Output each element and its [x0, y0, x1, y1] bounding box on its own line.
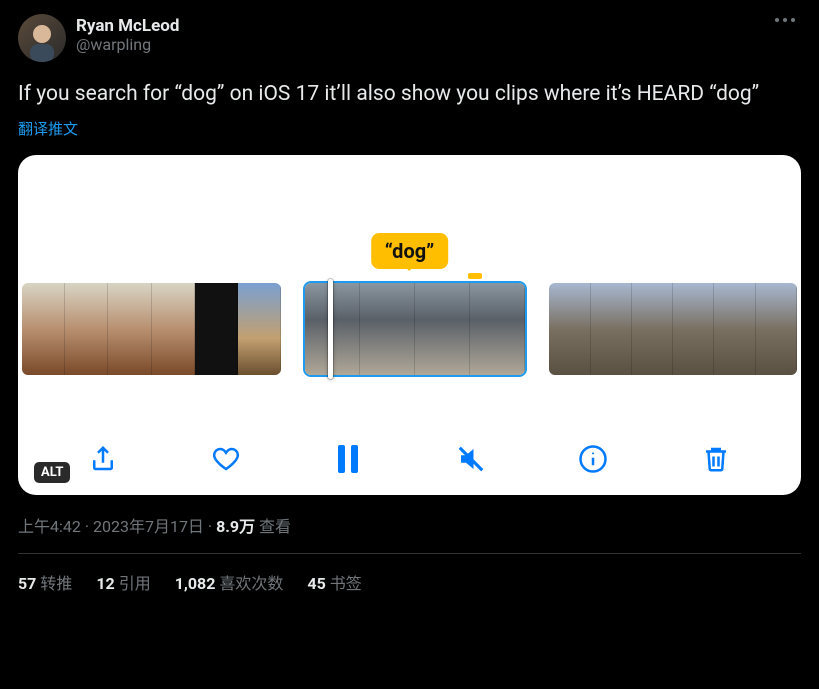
more-button[interactable]	[775, 14, 801, 22]
pause-button[interactable]	[330, 441, 366, 477]
speaker-muted-icon	[456, 444, 486, 474]
handle[interactable]: @warpling	[76, 35, 765, 54]
frame	[108, 283, 151, 375]
pause-icon	[338, 445, 358, 473]
marker	[468, 273, 482, 279]
frame	[238, 283, 281, 375]
media-controls	[18, 441, 801, 477]
frame	[470, 283, 525, 375]
frame	[632, 283, 673, 375]
display-name[interactable]: Ryan McLeod	[76, 16, 765, 36]
alt-badge[interactable]: ALT	[34, 462, 70, 483]
frame	[22, 283, 65, 375]
tweet-meta: 上午4:42 · 2023年7月17日 · 8.9万 查看	[18, 513, 801, 537]
frame	[714, 283, 755, 375]
info-button[interactable]	[575, 441, 611, 477]
date[interactable]: 2023年7月17日	[93, 517, 204, 536]
tweet-stats: 57转推 12引用 1,082喜欢次数 45书签	[18, 554, 801, 610]
translate-link[interactable]: 翻译推文	[18, 118, 801, 139]
stat-quotes[interactable]: 12引用	[96, 570, 150, 594]
frame	[415, 283, 470, 375]
filmstrip[interactable]	[18, 283, 801, 375]
frame	[195, 283, 238, 375]
like-button[interactable]	[208, 441, 244, 477]
frame	[591, 283, 632, 375]
delete-button[interactable]	[698, 441, 734, 477]
heart-icon	[211, 444, 241, 474]
media-card[interactable]: “dog”	[18, 155, 801, 495]
clip-1[interactable]	[22, 283, 281, 375]
views-count[interactable]: 8.9万	[216, 517, 255, 536]
share-button[interactable]	[85, 441, 121, 477]
stat-retweets[interactable]: 57转推	[18, 570, 72, 594]
time[interactable]: 上午4:42	[18, 517, 81, 536]
views-label: 查看	[255, 517, 291, 536]
stat-likes[interactable]: 1,082喜欢次数	[175, 570, 284, 594]
more-icon	[775, 18, 795, 22]
share-icon	[88, 444, 118, 474]
frame	[65, 283, 108, 375]
frame	[152, 283, 195, 375]
clip-2-active[interactable]	[305, 283, 525, 375]
tweet-text: If you search for “dog” on iOS 17 it’ll …	[18, 80, 801, 108]
mute-button[interactable]	[453, 441, 489, 477]
info-icon	[578, 444, 608, 474]
tweet: Ryan McLeod @warpling If you search for …	[0, 0, 819, 610]
search-term-tooltip: “dog”	[371, 233, 449, 269]
tweet-header: Ryan McLeod @warpling	[18, 14, 801, 62]
frame	[549, 283, 590, 375]
avatar[interactable]	[18, 14, 66, 62]
frame	[673, 283, 714, 375]
frame	[360, 283, 415, 375]
author-names: Ryan McLeod @warpling	[76, 14, 765, 54]
playhead[interactable]	[328, 279, 333, 379]
clip-3[interactable]	[549, 283, 797, 375]
stat-bookmarks[interactable]: 45书签	[307, 570, 361, 594]
trash-icon	[701, 444, 731, 474]
frame	[756, 283, 797, 375]
